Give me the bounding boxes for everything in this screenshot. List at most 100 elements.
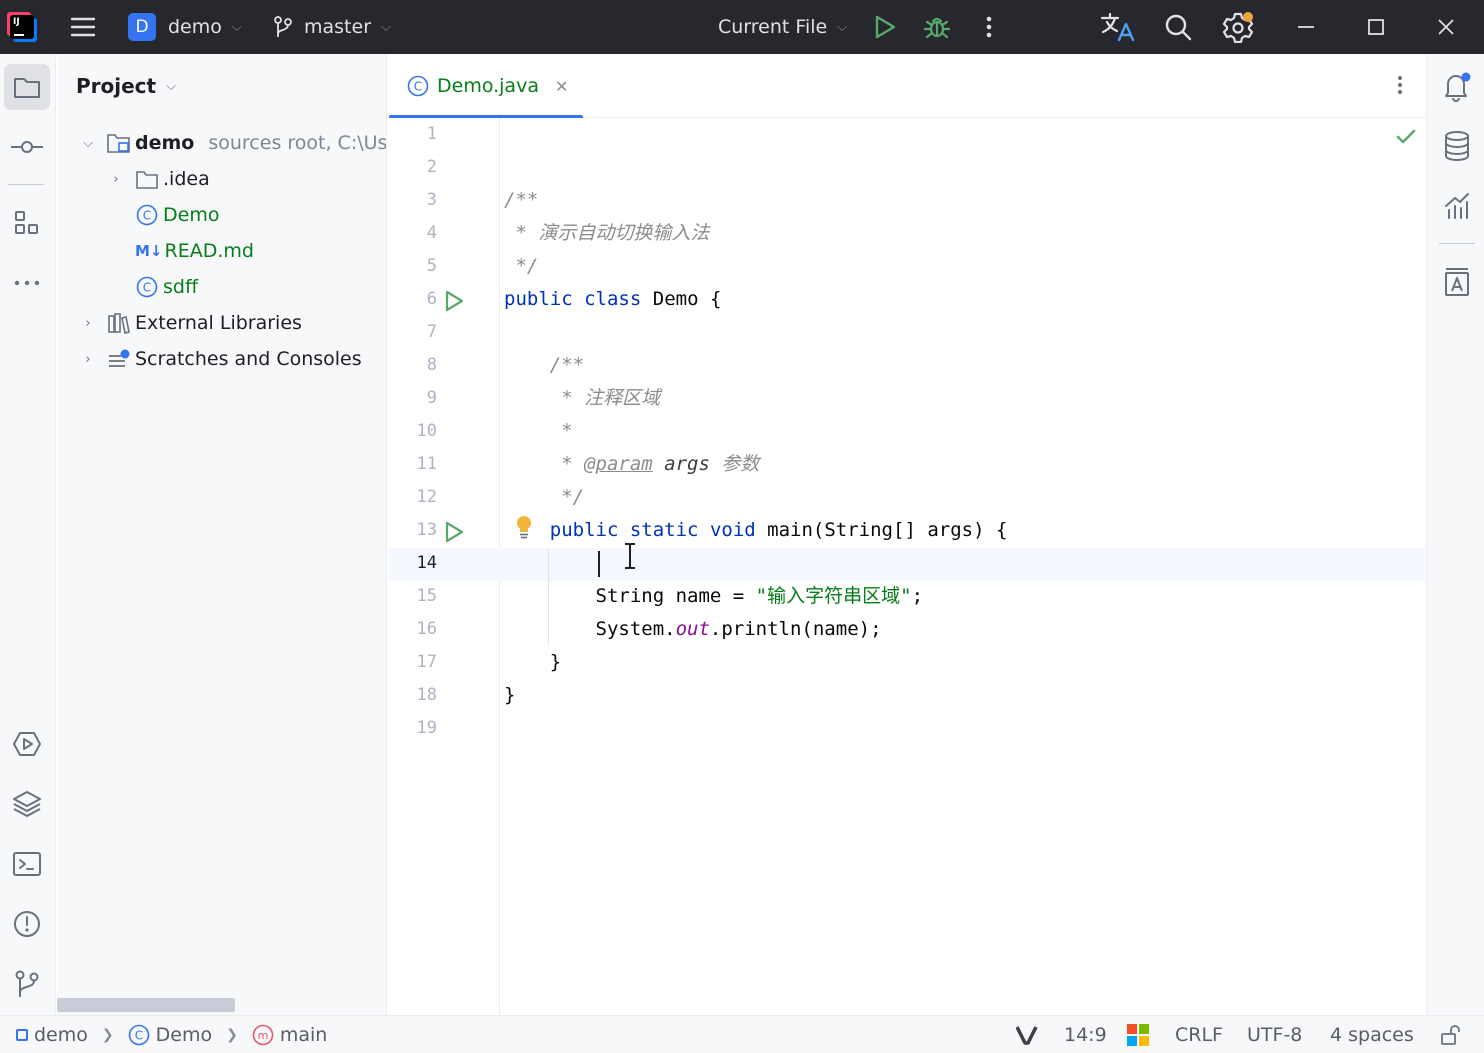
chart-icon xyxy=(1445,193,1469,219)
terminal-tool-button[interactable] xyxy=(4,841,50,887)
line-number[interactable]: 6 xyxy=(389,283,437,316)
tree-item-demo-class[interactable]: C Demo xyxy=(135,197,219,233)
tab-demo-java[interactable]: C Demo.java ✕ xyxy=(389,54,583,119)
run-main-gutter-button[interactable] xyxy=(444,515,466,548)
keyword: static xyxy=(629,519,699,541)
line-number[interactable]: 4 xyxy=(389,217,437,250)
run-button[interactable] xyxy=(874,0,900,54)
tree-item-sdff-class[interactable]: C sdff xyxy=(135,269,198,305)
main-menu-button[interactable] xyxy=(70,0,100,54)
breadcrumb-project[interactable]: demo xyxy=(34,1024,88,1046)
project-widget[interactable]: D demo ⌵ xyxy=(128,0,242,54)
line-number[interactable]: 12 xyxy=(389,481,437,514)
project-tool-button[interactable] xyxy=(4,64,50,110)
close-window-button[interactable] xyxy=(1436,0,1464,54)
chevron-down-icon: ⌵ xyxy=(837,19,848,35)
tree-item-scratches[interactable]: › Scratches and Consoles xyxy=(79,341,361,377)
tree-item-hint: sources root, C:\Use xyxy=(208,132,387,154)
line-number[interactable]: 18 xyxy=(389,679,437,712)
unlock-icon xyxy=(1441,1025,1460,1045)
line-number[interactable]: 17 xyxy=(389,646,437,679)
line-number[interactable]: 8 xyxy=(389,349,437,382)
more-vertical-icon xyxy=(986,16,992,38)
maximize-icon xyxy=(1368,19,1384,35)
commit-tool-button[interactable] xyxy=(4,124,50,170)
encoding-widget[interactable]: UTF-8 xyxy=(1247,1016,1302,1053)
search-everywhere-button[interactable] xyxy=(1164,0,1196,54)
svg-text:C: C xyxy=(134,1029,142,1043)
line-number[interactable]: 10 xyxy=(389,415,437,448)
code-line-4: * 演示自动切换输入法 xyxy=(504,222,710,244)
run-configuration-selector[interactable]: Current File ⌵ xyxy=(718,0,847,54)
structure-tool-button[interactable] xyxy=(4,200,50,246)
svg-text:C: C xyxy=(143,209,151,223)
tree-item-label: Demo xyxy=(163,204,220,226)
vim-mode-widget[interactable] xyxy=(1016,1016,1038,1053)
line-number[interactable]: 13 xyxy=(389,514,437,547)
settings-button[interactable] xyxy=(1222,0,1258,54)
folder-icon xyxy=(14,78,40,98)
code-text: String name = xyxy=(595,585,756,607)
branch-icon xyxy=(274,16,292,37)
left-tool-window-strip xyxy=(0,54,56,1015)
breadcrumb-class[interactable]: Demo xyxy=(156,1024,212,1046)
services-tool-button[interactable] xyxy=(4,721,50,767)
more-tool-windows-button[interactable] xyxy=(4,260,50,306)
translation-tool-button[interactable] xyxy=(1439,264,1475,300)
editor-tabs-more-button[interactable] xyxy=(1397,74,1403,101)
line-number[interactable]: 2 xyxy=(389,151,437,184)
close-icon xyxy=(1438,19,1454,35)
profiler-button[interactable] xyxy=(1439,188,1475,224)
caret-position-widget[interactable]: 14:9 xyxy=(1064,1016,1107,1053)
folder-icon xyxy=(135,167,159,191)
code-line-8: /** xyxy=(504,354,585,376)
git-branch-icon xyxy=(15,970,39,997)
line-number[interactable]: 16 xyxy=(389,613,437,646)
problems-tool-button[interactable] xyxy=(4,901,50,947)
line-number[interactable]: 19 xyxy=(389,712,437,745)
intellij-logo-icon[interactable]: IJ xyxy=(10,0,42,54)
line-separator-widget[interactable]: CRLF xyxy=(1175,1016,1223,1053)
search-icon xyxy=(1165,14,1192,41)
run-class-gutter-button[interactable] xyxy=(444,284,466,317)
line-number[interactable]: 5 xyxy=(389,250,437,283)
tree-item-idea[interactable]: › .idea xyxy=(107,161,209,197)
layers-tool-button[interactable] xyxy=(4,781,50,827)
line-number[interactable]: 9 xyxy=(389,382,437,415)
project-view-selector[interactable]: Project ⌵ xyxy=(76,74,176,98)
horizontal-scrollbar[interactable] xyxy=(57,998,235,1012)
tree-item-readme[interactable]: M↓ READ.md xyxy=(135,233,254,269)
git-tool-button[interactable] xyxy=(4,961,50,1007)
tree-item-demo-root[interactable]: ⌵ demo sources root, C:\Use xyxy=(79,125,387,161)
line-number[interactable]: 11 xyxy=(389,448,437,481)
read-only-toggle[interactable] xyxy=(1440,1016,1462,1053)
line-number[interactable]: 1 xyxy=(389,118,437,151)
close-tab-icon[interactable]: ✕ xyxy=(555,77,568,96)
bell-icon xyxy=(1445,72,1471,102)
notifications-button[interactable] xyxy=(1439,68,1475,104)
vcs-branch-widget[interactable]: master ⌵ xyxy=(272,0,391,54)
line-number[interactable]: 14 xyxy=(389,547,437,580)
more-actions-button[interactable] xyxy=(978,0,1000,54)
structure-icon xyxy=(15,211,38,234)
chevron-right-icon[interactable]: › xyxy=(79,316,97,331)
maximize-window-button[interactable] xyxy=(1366,0,1394,54)
minimize-window-button[interactable] xyxy=(1296,0,1324,54)
chevron-expanded-icon[interactable]: ⌵ xyxy=(79,136,97,151)
windows-logo-icon[interactable] xyxy=(1127,1016,1149,1053)
chevron-right-icon[interactable]: › xyxy=(107,172,125,187)
line-number[interactable]: 15 xyxy=(389,580,437,613)
tree-item-external-libraries[interactable]: › External Libraries xyxy=(79,305,302,341)
indent-widget[interactable]: 4 spaces xyxy=(1330,1016,1414,1053)
translate-button[interactable] xyxy=(1100,0,1138,54)
line-number[interactable]: 7 xyxy=(389,316,437,349)
no-problems-check-icon[interactable] xyxy=(1396,128,1416,150)
breadcrumb-method[interactable]: main xyxy=(280,1024,327,1046)
database-button[interactable] xyxy=(1439,128,1475,164)
tree-item-label: sdff xyxy=(163,276,199,298)
line-number[interactable]: 3 xyxy=(389,184,437,217)
javadoc-param: args xyxy=(664,453,710,475)
module-icon xyxy=(16,1029,28,1041)
debug-button[interactable] xyxy=(924,0,952,54)
chevron-right-icon[interactable]: › xyxy=(79,352,97,367)
